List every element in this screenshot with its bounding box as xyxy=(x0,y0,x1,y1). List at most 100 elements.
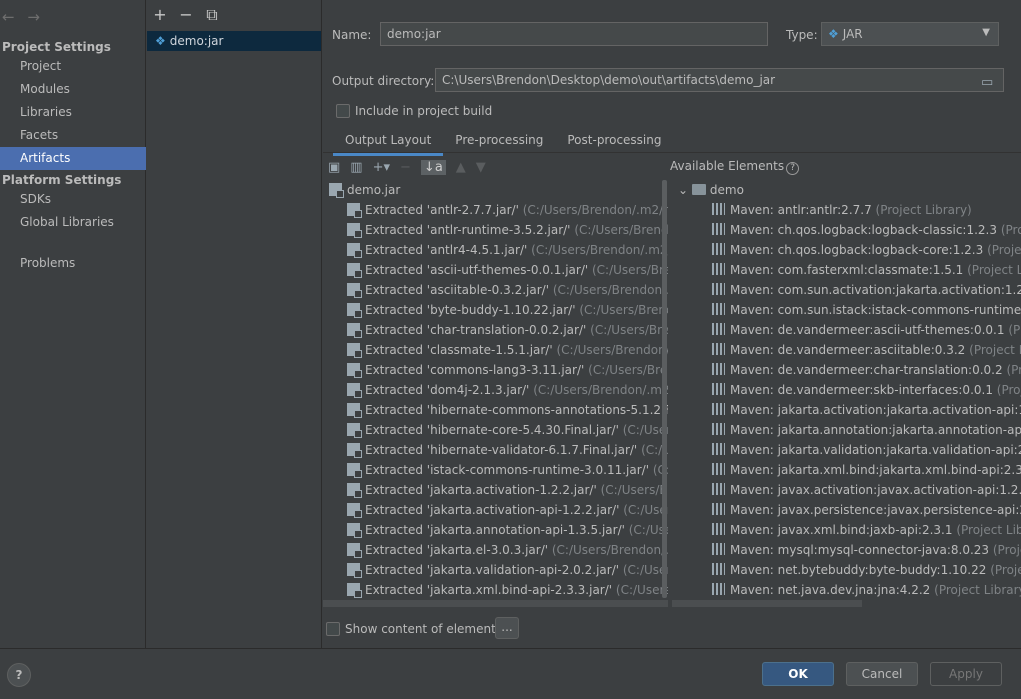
available-tree-row[interactable]: Maven: jakarta.activation:jakarta.activa… xyxy=(712,400,1021,420)
available-tree-row[interactable]: Maven: jakarta.xml.bind:jakarta.xml.bind… xyxy=(712,460,1021,480)
nav-item-global-libraries[interactable]: Global Libraries xyxy=(0,211,146,234)
output-item-name: Extracted 'antlr-runtime-3.5.2.jar/' xyxy=(365,223,571,237)
help-button[interactable]: ? xyxy=(7,663,31,687)
output-layout-tree[interactable]: demo.jar Extracted 'antlr-2.7.7.jar/' (C:… xyxy=(323,180,668,606)
output-tree-row[interactable]: Extracted 'ascii-utf-themes-0.0.1.jar/' … xyxy=(347,260,668,280)
available-elements-tree[interactable]: ⌄ demo Maven: antlr:antlr:2.7.7 (Project … xyxy=(672,180,1021,606)
remove-element-icon[interactable]: − xyxy=(400,160,411,175)
create-directory-icon[interactable]: ▣ xyxy=(328,160,340,175)
cancel-button[interactable]: Cancel xyxy=(846,662,918,686)
expand-chevron-icon[interactable]: ⌄ xyxy=(678,183,692,197)
apply-button[interactable]: Apply xyxy=(930,662,1002,686)
available-item-suffix: (Project Library) xyxy=(956,523,1021,537)
available-tree-row[interactable]: Maven: javax.xml.bind:jaxb-api:2.3.1 (Pr… xyxy=(712,520,1021,540)
forward-arrow-icon[interactable]: → xyxy=(27,8,44,26)
output-tree-row[interactable]: Extracted 'classmate-1.5.1.jar/' (C:/Use… xyxy=(347,340,668,360)
available-item-name: Maven: javax.xml.bind:jaxb-api:2.3.1 xyxy=(730,523,953,537)
available-tree-row[interactable]: Maven: javax.persistence:javax.persisten… xyxy=(712,500,1021,520)
available-tree-row[interactable]: Maven: ch.qos.logback:logback-core:1.2.3… xyxy=(712,240,1021,260)
available-tree-row[interactable]: Maven: jakarta.annotation:jakarta.annota… xyxy=(712,420,1021,440)
available-tree-row[interactable]: Maven: net.bytebuddy:byte-buddy:1.10.22 … xyxy=(712,560,1021,580)
output-tree-row[interactable]: Extracted 'antlr4-4.5.1.jar/' (C:/Users/… xyxy=(347,240,668,260)
available-tree-row[interactable]: Maven: com.sun.activation:jakarta.activa… xyxy=(712,280,1021,300)
extracted-jar-icon xyxy=(347,543,362,558)
artifact-list-panel: + − ⧉ ❖ demo:jar xyxy=(147,0,322,648)
copy-icon[interactable]: ⧉ xyxy=(203,5,221,25)
output-item-path: (C:/Users/Brende xyxy=(615,583,668,597)
browse-folder-icon[interactable]: ▭ xyxy=(981,72,999,90)
output-tree-row[interactable]: Extracted 'commons-lang3-3.11.jar/' (C:/… xyxy=(347,360,668,380)
available-tree-row[interactable]: Maven: com.fasterxml:classmate:1.5.1 (Pr… xyxy=(712,260,1021,280)
output-directory-field[interactable]: C:\Users\Brendon\Desktop\demo\out\artifa… xyxy=(435,68,1004,92)
available-tree-row[interactable]: Maven: com.sun.istack:istack-commons-run… xyxy=(712,300,1021,320)
available-root-row[interactable]: ⌄ demo xyxy=(678,180,744,200)
available-tree-row[interactable]: Maven: de.vandermeer:char-translation:0.… xyxy=(712,360,1021,380)
show-content-checkbox[interactable] xyxy=(326,622,340,636)
output-item-name: Extracted 'classmate-1.5.1.jar/' xyxy=(365,343,553,357)
include-in-build-checkbox[interactable] xyxy=(336,104,350,118)
nav-item-project[interactable]: Project xyxy=(0,55,146,78)
output-root-row[interactable]: demo.jar xyxy=(329,180,400,200)
output-tree-row[interactable]: Extracted 'char-translation-0.0.2.jar/' … xyxy=(347,320,668,340)
artifact-jar-icon: ❖ xyxy=(155,34,166,48)
available-tree-row[interactable]: Maven: de.vandermeer:asciitable:0.3.2 (P… xyxy=(712,340,1021,360)
create-archive-icon[interactable]: ▥ xyxy=(350,160,362,175)
nav-item-sdks[interactable]: SDKs xyxy=(0,188,146,211)
extracted-jar-icon xyxy=(347,503,362,518)
remove-icon[interactable]: − xyxy=(177,5,195,25)
help-icon[interactable]: ? xyxy=(786,162,800,175)
output-tree-row[interactable]: Extracted 'dom4j-2.1.3.jar/' (C:/Users/B… xyxy=(347,380,668,400)
ok-button[interactable]: OK xyxy=(762,662,834,686)
sort-elements-icon[interactable]: ↓a xyxy=(420,159,446,175)
output-tree-row[interactable]: Extracted 'hibernate-validator-6.1.7.Fin… xyxy=(347,440,668,460)
output-tree-row[interactable]: Extracted 'istack-commons-runtime-3.0.11… xyxy=(347,460,668,480)
add-copy-of-icon[interactable]: +▾ xyxy=(373,160,390,175)
available-tree-row[interactable]: Maven: jakarta.validation:jakarta.valida… xyxy=(712,440,1021,460)
library-icon xyxy=(712,363,725,375)
artifact-item-demo-jar[interactable]: ❖ demo:jar xyxy=(147,31,321,51)
available-tree-row[interactable]: Maven: ch.qos.logback:logback-classic:1.… xyxy=(712,220,1021,240)
output-tree-row[interactable]: Extracted 'jakarta.annotation-api-1.3.5.… xyxy=(347,520,668,540)
output-tree-scrollbar[interactable] xyxy=(662,180,667,598)
output-tree-row[interactable]: Extracted 'byte-buddy-1.10.22.jar/' (C:/… xyxy=(347,300,668,320)
output-tree-row[interactable]: Extracted 'antlr-2.7.7.jar/' (C:/Users/B… xyxy=(347,200,668,220)
nav-item-problems[interactable]: Problems xyxy=(0,252,146,275)
platform-settings-heading: Platform Settings xyxy=(2,173,122,187)
nav-item-libraries[interactable]: Libraries xyxy=(0,101,146,124)
output-tree-row[interactable]: Extracted 'asciitable-0.3.2.jar/' (C:/Us… xyxy=(347,280,668,300)
available-tree-row[interactable]: Maven: javax.activation:javax.activation… xyxy=(712,480,1021,500)
dialog-button-bar: ? OK Cancel Apply xyxy=(0,648,1021,699)
output-tree-row[interactable]: Extracted 'antlr-runtime-3.5.2.jar/' (C:… xyxy=(347,220,668,240)
available-tree-row[interactable]: Maven: de.vandermeer:ascii-utf-themes:0.… xyxy=(712,320,1021,340)
nav-item-modules[interactable]: Modules xyxy=(0,78,146,101)
extracted-jar-icon xyxy=(347,563,362,578)
type-dropdown[interactable]: ❖ JAR ▼ xyxy=(821,22,999,46)
output-tree-row[interactable]: Extracted 'hibernate-core-5.4.30.Final.j… xyxy=(347,420,668,440)
available-item-suffix: (Project Library) xyxy=(969,343,1021,357)
output-tree-row[interactable]: Extracted 'jakarta.activation-api-1.2.2.… xyxy=(347,500,668,520)
available-tree-hscrollbar[interactable] xyxy=(672,600,862,607)
nav-item-facets[interactable]: Facets xyxy=(0,124,146,147)
available-item-name: Maven: de.vandermeer:asciitable:0.3.2 xyxy=(730,343,966,357)
output-tree-row[interactable]: Extracted 'jakarta.validation-api-2.0.2.… xyxy=(347,560,668,580)
add-icon[interactable]: + xyxy=(151,5,169,25)
move-down-icon[interactable]: ▼ xyxy=(476,160,486,175)
output-tree-row[interactable]: Extracted 'jakarta.el-3.0.3.jar/' (C:/Us… xyxy=(347,540,668,560)
output-tree-row[interactable]: Extracted 'hibernate-commons-annotations… xyxy=(347,400,668,420)
available-tree-row[interactable]: Maven: net.java.dev.jna:jna:4.2.2 (Proje… xyxy=(712,580,1021,600)
back-arrow-icon[interactable]: ← xyxy=(2,8,19,26)
available-tree-row[interactable]: Maven: de.vandermeer:skb-interfaces:0.0.… xyxy=(712,380,1021,400)
output-item-path: (C:/Users/Brendon/. xyxy=(592,263,668,277)
output-tree-row[interactable]: Extracted 'jakarta.xml.bind-api-2.3.3.ja… xyxy=(347,580,668,600)
available-tree-row[interactable]: Maven: mysql:mysql-connector-java:8.0.23… xyxy=(712,540,1021,560)
output-item-path: (C:/Users/Brendon/.m2/reposi xyxy=(533,383,668,397)
output-tree-hscrollbar[interactable] xyxy=(323,600,668,607)
output-tree-row[interactable]: Extracted 'jakarta.activation-1.2.2.jar/… xyxy=(347,480,668,500)
output-item-path: (C:/Users/Brendon/.r xyxy=(590,323,668,337)
available-item-suffix: (Project Library) xyxy=(875,203,972,217)
ellipsis-button[interactable]: ... xyxy=(495,617,519,639)
name-field[interactable]: demo:jar xyxy=(380,22,768,46)
move-up-icon[interactable]: ▲ xyxy=(456,160,466,175)
available-tree-row[interactable]: Maven: antlr:antlr:2.7.7 (Project Librar… xyxy=(712,200,972,220)
nav-item-artifacts[interactable]: Artifacts xyxy=(0,147,146,170)
